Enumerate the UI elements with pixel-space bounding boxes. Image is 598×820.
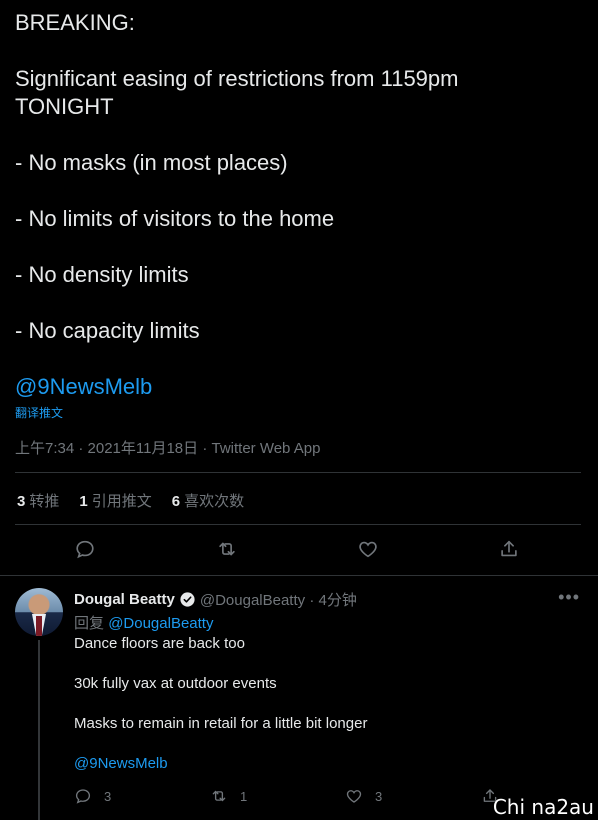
like-action[interactable]: 3 [345,787,382,805]
tweet-line: TONIGHT [15,94,114,119]
retweets-stat[interactable]: 3 转推 [17,490,59,511]
like-heart-icon[interactable] [357,538,381,562]
divider [15,472,581,473]
more-options-icon[interactable]: ••• [558,588,580,606]
avatar-tie [36,616,42,636]
reply-prefix: 回复 [74,615,105,632]
avatar[interactable] [15,588,63,636]
reply-line-blank [74,694,367,714]
reply-line-blank [74,654,367,674]
mention-link-9newsmelb[interactable]: @9NewsMelb [15,373,585,401]
tweet-line: - No limits of visitors to the home [15,206,335,231]
tweet-stats: 3 转推 1 引用推文 6 喜欢次数 [17,490,244,511]
tweet-line: Significant easing of restrictions from … [15,66,459,91]
mention-link-9newsmelb[interactable]: @9NewsMelb [74,754,367,774]
replying-to: 回复 @DougalBeatty [74,612,213,633]
retweet-icon [212,790,226,802]
likes-label: 喜欢次数 [184,493,245,510]
tweet-actions [0,538,598,562]
retweets-count: 3 [17,493,26,510]
reply-mention-link[interactable]: @DougalBeatty [108,615,213,632]
author-handle-time[interactable]: @DougalBeatty · 4分钟 [200,589,357,610]
tweet-line: - No masks (in most places) [15,150,288,175]
reply-tweet[interactable]: Dougal Beatty @DougalBeatty · 4分钟 ••• 回复… [0,576,598,820]
reply-line: Dance floors are back too [74,635,245,652]
retweets-label: 转推 [29,493,60,510]
author-name[interactable]: Dougal Beatty [74,591,175,608]
likes-stat[interactable]: 6 喜欢次数 [172,490,244,511]
reply-line-blank [74,734,367,754]
tweet-text: BREAKING: Significant easing of restrict… [15,9,585,401]
reply-line: Masks to remain in retail for a little b… [74,715,368,732]
retweet-action[interactable]: 1 [210,787,247,805]
reply-icon [75,789,91,804]
quotes-label: 引用推文 [91,493,152,510]
tweet-line: - No capacity limits [15,318,200,343]
like-heart-icon [346,790,362,803]
like-count: 3 [375,788,383,804]
verified-badge-icon [179,591,196,608]
reply-action[interactable]: 3 [74,787,111,805]
thread-line [38,640,40,820]
watermark: Chi na2au [492,795,594,819]
divider [15,524,581,525]
tweet-line: - No density limits [15,262,189,287]
tweet-timestamp[interactable]: 上午7:34 · 2021年11月18日 · Twitter Web App [15,437,320,458]
quotes-count: 1 [79,493,88,510]
tweet-line: BREAKING: [15,10,135,35]
reply-text: Dance floors are back too 30k fully vax … [74,634,367,774]
translate-tweet-link[interactable]: 翻译推文 [15,404,63,421]
likes-count: 6 [171,493,181,510]
retweet-icon[interactable] [216,538,240,562]
retweet-count: 1 [240,788,248,804]
share-icon[interactable] [498,538,522,562]
reply-line: 30k fully vax at outdoor events [74,675,277,692]
reply-header: Dougal Beatty @DougalBeatty · 4分钟 [74,589,357,610]
reply-count: 3 [104,788,112,804]
reply-icon[interactable] [74,538,98,562]
quotes-stat[interactable]: 1 引用推文 [79,490,151,511]
